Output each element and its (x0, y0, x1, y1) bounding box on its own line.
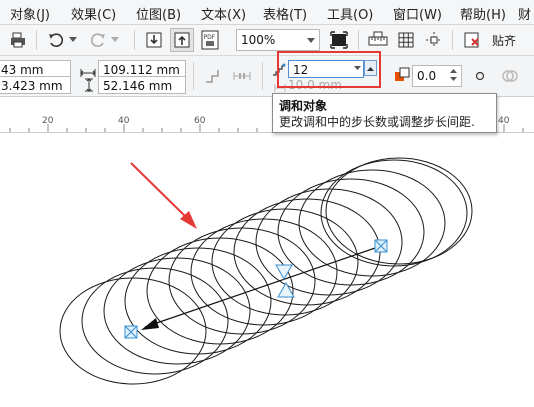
separator (36, 30, 37, 50)
undo-icon[interactable] (44, 28, 68, 52)
tooltip-description: 更改调和中的步长数或调整步长间距. (279, 115, 475, 129)
tooltip: 调和对象 更改调和中的步长数或调整步长间距. (272, 93, 497, 133)
snap-label[interactable]: 贴齐 (492, 32, 516, 49)
rulers-icon[interactable] (366, 28, 390, 52)
grid-icon[interactable] (394, 28, 418, 52)
menu-object[interactable]: 对象(J) (10, 4, 50, 23)
property-bar: 43 mm 3.423 mm 109.112 mm 52.146 mm 12 1… (0, 56, 534, 97)
ruler-label: 40 (118, 116, 130, 126)
separator (358, 30, 359, 50)
blend-path-icon[interactable] (230, 64, 254, 88)
menu-extra[interactable]: 财 (518, 4, 531, 23)
rotation-field[interactable]: 0.0 (412, 65, 462, 87)
height-value: 52.146 mm (103, 79, 173, 93)
fullscreen-icon[interactable] (327, 28, 351, 52)
guidelines-icon[interactable] (422, 28, 446, 52)
menu-tools[interactable]: 工具(O) (327, 4, 373, 23)
separator (134, 30, 135, 50)
blend-direct-icon[interactable] (200, 64, 224, 88)
x-position-value: 43 mm (1, 63, 44, 77)
blend-arrowhead-icon (141, 318, 159, 330)
menu-help[interactable]: 帮助(H) (460, 4, 506, 23)
menu-text[interactable]: 文本(X) (201, 4, 246, 23)
zoom-select[interactable]: 100% (236, 29, 320, 51)
blend-rotation-icon[interactable] (390, 64, 414, 88)
pdf-icon[interactable]: PDF (198, 28, 222, 52)
redo-dropdown-icon[interactable] (108, 28, 122, 52)
undo-dropdown-icon[interactable] (66, 28, 80, 52)
ruler-label: 40 (498, 116, 510, 126)
menu-table[interactable]: 表格(T) (263, 4, 307, 23)
blend-end-handle-icon (374, 239, 388, 253)
separator (193, 62, 194, 90)
zoom-value: 100% (241, 33, 276, 47)
ruler-label: 60 (194, 116, 206, 126)
loop-blend-icon[interactable] (468, 64, 492, 88)
redo-icon[interactable] (86, 28, 110, 52)
tooltip-title: 调和对象 (279, 99, 328, 113)
rotation-spin-icon[interactable] (450, 67, 457, 86)
menu-window[interactable]: 窗口(W) (393, 4, 442, 23)
blend-start-handle-icon (124, 325, 138, 339)
width-value: 109.112 mm (103, 63, 180, 77)
standard-toolbar: PDF 100% 贴齐 (0, 25, 534, 56)
y-position-field[interactable]: 3.423 mm (0, 76, 71, 94)
pdf-label: PDF (204, 34, 216, 41)
menu-bitmaps[interactable]: 位图(B) (136, 4, 181, 23)
y-position-value: 3.423 mm (1, 79, 63, 93)
rotation-value: 0.0 (417, 69, 437, 83)
annotation-arrow-line (130, 162, 189, 220)
export-icon[interactable] (170, 28, 194, 52)
chevron-down-icon (307, 30, 315, 50)
menu-bar: 对象(J) 效果(C) 位图(B) 文本(X) 表格(T) 工具(O) 窗口(W… (0, 0, 534, 25)
drawing-canvas[interactable] (0, 133, 534, 407)
snap-icon[interactable] (460, 28, 484, 52)
height-field[interactable]: 52.146 mm (98, 76, 186, 94)
menu-effects[interactable]: 效果(C) (71, 4, 116, 23)
separator (452, 30, 453, 50)
object-acceleration-icon[interactable] (498, 64, 522, 88)
highlight-box (277, 51, 381, 88)
ruler-label: 20 (42, 116, 54, 126)
height-icon (84, 77, 94, 96)
separator (262, 62, 263, 90)
printer-icon[interactable] (6, 28, 30, 52)
blend-drawing[interactable] (0, 133, 534, 407)
import-icon[interactable] (142, 28, 166, 52)
